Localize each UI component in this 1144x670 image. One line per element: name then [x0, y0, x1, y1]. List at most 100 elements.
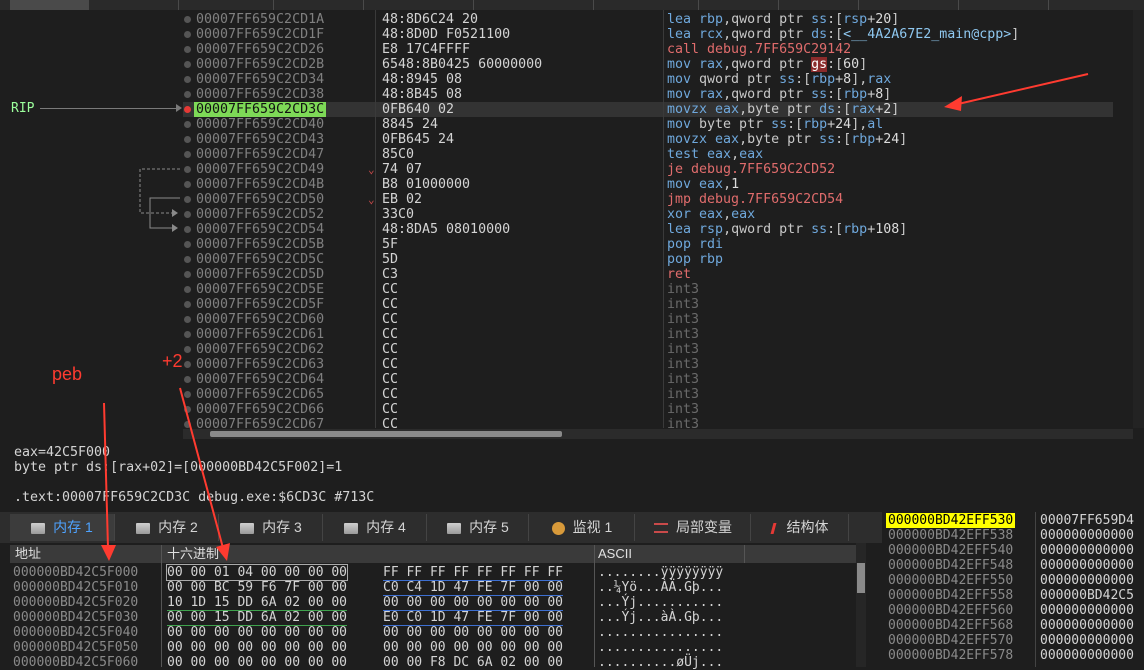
top-tab[interactable]: [88, 0, 179, 10]
dump-hex-high[interactable]: 00 00 F8 DC 6A 02 00 00: [383, 655, 563, 670]
stack-row[interactable]: 000000BD42EFF530 00007FF659D4: [882, 513, 1144, 528]
header-ascii[interactable]: ASCII: [598, 545, 632, 563]
stack-row[interactable]: 000000BD42EFF568 000000000000: [882, 618, 1144, 633]
hex-cursor[interactable]: 00 00 01 04 00 00 00 00: [165, 564, 349, 581]
breakpoint-dot-icon[interactable]: [184, 421, 191, 428]
instruction-row[interactable]: 00007FF659C2CD43 0FB645 24 movzx eax,byte …: [183, 132, 1113, 147]
breakpoint-dot-icon[interactable]: [184, 16, 191, 23]
tab-4[interactable]: 内存 4: [324, 514, 427, 541]
tab-2[interactable]: 内存 2: [116, 514, 219, 541]
stack-row[interactable]: 000000BD42EFF538 000000000000: [882, 528, 1144, 543]
dump-row[interactable]: 000000BD42C5F010 00 00 BC 59 F6 7F 00 00 C…: [10, 580, 866, 596]
scroll-thumb[interactable]: [857, 563, 865, 593]
dump-hex-low[interactable]: 00 00 00 00 00 00 00 00: [167, 625, 347, 640]
top-tab-active[interactable]: [10, 0, 89, 10]
instruction-row[interactable]: 00007FF659C2CD5E CC int3: [183, 282, 1113, 297]
breakpoint-dot-icon[interactable]: [184, 76, 191, 83]
dump-row[interactable]: 000000BD42C5F000 00 00 01 04 00 00 00 00 F…: [10, 564, 866, 581]
tab-7[interactable]: 局部变量: [636, 514, 751, 541]
instruction-row[interactable]: 00007FF659C2CD62 CC int3: [183, 342, 1113, 357]
breakpoint-dot-icon[interactable]: [184, 406, 191, 413]
breakpoint-dot-icon[interactable]: [184, 46, 191, 53]
dump-row[interactable]: 000000BD42C5F020 10 1D 15 DD 6A 02 00 00 0…: [10, 595, 866, 611]
tab-1[interactable]: 内存 1: [10, 514, 115, 541]
breakpoint-dot-icon[interactable]: [184, 256, 191, 263]
stack-row[interactable]: 000000BD42EFF560 000000000000: [882, 603, 1144, 618]
dump-row[interactable]: 000000BD42C5F040 00 00 00 00 00 00 00 00 0…: [10, 625, 866, 640]
instruction-row[interactable]: 00007FF659C2CD4B B8 01000000 mov eax,1: [183, 177, 1113, 192]
top-tab[interactable]: [858, 0, 959, 10]
top-tab[interactable]: [698, 0, 779, 10]
stack-row[interactable]: 000000BD42EFF558 000000BD42C5: [882, 588, 1144, 603]
instruction-row[interactable]: 00007FF659C2CD52 33C0 xor eax,eax: [183, 207, 1113, 222]
instruction-row[interactable]: 00007FF659C2CD2B 6548:8B0425 60000000 mov …: [183, 57, 1113, 72]
stack-row[interactable]: 000000BD42EFF540 000000000000: [882, 543, 1144, 558]
breakpoint-dot-icon[interactable]: [184, 31, 191, 38]
instruction-row[interactable]: 00007FF659C2CD5C 5D pop rbp: [183, 252, 1113, 267]
instruction-row[interactable]: 00007FF659C2CD1F 48:8D0D F0521100 lea rcx,…: [183, 27, 1113, 42]
instruction-row[interactable]: 00007FF659C2CD40 8845 24 mov byte ptr ss:[…: [183, 117, 1113, 132]
dump-ascii[interactable]: ...Ýj...........: [598, 595, 723, 610]
top-tab[interactable]: [593, 0, 699, 10]
instruction-row[interactable]: 00007FF659C2CD3C 0FB640 02 movzx eax,byte …: [183, 102, 1113, 117]
instruction-row[interactable]: 00007FF659C2CD5D C3 ret: [183, 267, 1113, 282]
instruction-row[interactable]: 00007FF659C2CD54 48:8DA5 08010000 lea rsp,…: [183, 222, 1113, 237]
breakpoint-dot-icon[interactable]: [184, 211, 191, 218]
memory-dump[interactable]: 地址 十六进制 ASCII 000000BD42C5F000 00 00 01 0…: [10, 543, 866, 670]
tab-8[interactable]: 结构体: [752, 514, 849, 541]
top-tab[interactable]: [273, 0, 364, 10]
tab-6[interactable]: 监视 1: [530, 514, 635, 541]
header-hex[interactable]: 十六进制: [167, 545, 219, 563]
breakpoint-dot-icon[interactable]: [184, 331, 191, 338]
stack-view[interactable]: 000000BD42EFF530 00007FF659D4 000000BD42EF…: [882, 512, 1144, 667]
stack-row[interactable]: 000000BD42EFF550 000000000000: [882, 573, 1144, 588]
horizontal-scrollbar[interactable]: [183, 429, 1133, 439]
dump-scrollbar[interactable]: [856, 543, 866, 667]
dump-hex-low[interactable]: 00 00 00 00 00 00 00 00: [167, 655, 347, 670]
breakpoint-dot-icon[interactable]: [184, 136, 191, 143]
instruction-row[interactable]: 00007FF659C2CD34 48:8945 08 mov qword ptr …: [183, 72, 1113, 87]
stack-row[interactable]: 000000BD42EFF548 000000000000: [882, 558, 1144, 573]
header-address[interactable]: 地址: [15, 545, 41, 563]
dump-hex-high[interactable]: E0 C0 1D 47 FE 7F 00 00: [383, 610, 564, 626]
tab-3[interactable]: 内存 3: [220, 514, 323, 541]
instruction-row[interactable]: 00007FF659C2CD26 E8 17C4FFFF call debug.7F…: [183, 42, 1113, 57]
breakpoint-icon[interactable]: [184, 106, 191, 113]
instruction-row[interactable]: 00007FF659C2CD50 EB 02 ⌄ jmp debug.7FF659C2…: [183, 192, 1113, 207]
top-tab[interactable]: [958, 0, 1049, 10]
instruction-row[interactable]: 00007FF659C2CD63 CC int3: [183, 357, 1113, 372]
instruction-row[interactable]: 00007FF659C2CD61 CC int3: [183, 327, 1113, 342]
dump-ascii[interactable]: ........ÿÿÿÿÿÿÿÿ: [598, 565, 723, 580]
breakpoint-dot-icon[interactable]: [184, 121, 191, 128]
breakpoint-dot-icon[interactable]: [184, 226, 191, 233]
tab-5[interactable]: 内存 5: [428, 514, 529, 541]
breakpoint-dot-icon[interactable]: [184, 301, 191, 308]
instruction-row[interactable]: 00007FF659C2CD38 48:8B45 08 mov rax,qword …: [183, 87, 1113, 102]
instruction-row[interactable]: 00007FF659C2CD49 74 07 ⌄ je debug.7FF659C2C…: [183, 162, 1113, 177]
breakpoint-dot-icon[interactable]: [184, 376, 191, 383]
breakpoint-dot-icon[interactable]: [184, 361, 191, 368]
stack-row[interactable]: 000000BD42EFF570 000000000000: [882, 633, 1144, 648]
instruction-row[interactable]: 00007FF659C2CD64 CC int3: [183, 372, 1113, 387]
dump-row[interactable]: 000000BD42C5F060 00 00 00 00 00 00 00 00 0…: [10, 655, 866, 670]
breakpoint-dot-icon[interactable]: [184, 196, 191, 203]
dump-hex-high[interactable]: 00 00 00 00 00 00 00 00: [383, 595, 564, 611]
breakpoint-dot-icon[interactable]: [184, 91, 191, 98]
breakpoint-dot-icon[interactable]: [184, 346, 191, 353]
dump-ascii[interactable]: ................: [598, 640, 723, 655]
dump-ascii[interactable]: ................: [598, 625, 723, 640]
breakpoint-dot-icon[interactable]: [184, 286, 191, 293]
breakpoint-dot-icon[interactable]: [184, 241, 191, 248]
dump-hex-low[interactable]: 00 00 BC 59 F6 7F 00 00: [167, 580, 347, 595]
breakpoint-dot-icon[interactable]: [184, 151, 191, 158]
dump-hex-low[interactable]: 00 00 00 00 00 00 00 00: [167, 640, 347, 655]
dump-hex-low[interactable]: 00 00 01 04 00 00 00 00: [165, 564, 349, 581]
breakpoint-dot-icon[interactable]: [184, 391, 191, 398]
instruction-row[interactable]: 00007FF659C2CD5F CC int3: [183, 297, 1113, 312]
dump-hex-high[interactable]: FF FF FF FF FF FF FF FF: [383, 565, 564, 581]
breakpoint-dot-icon[interactable]: [184, 61, 191, 68]
scroll-thumb[interactable]: [210, 431, 562, 437]
instruction-row[interactable]: 00007FF659C2CD5B 5F pop rdi: [183, 237, 1113, 252]
dump-hex-high[interactable]: 00 00 00 00 00 00 00 00: [383, 640, 563, 655]
instruction-row[interactable]: 00007FF659C2CD1A 48:8D6C24 20 lea rbp,qwor…: [183, 12, 1113, 27]
